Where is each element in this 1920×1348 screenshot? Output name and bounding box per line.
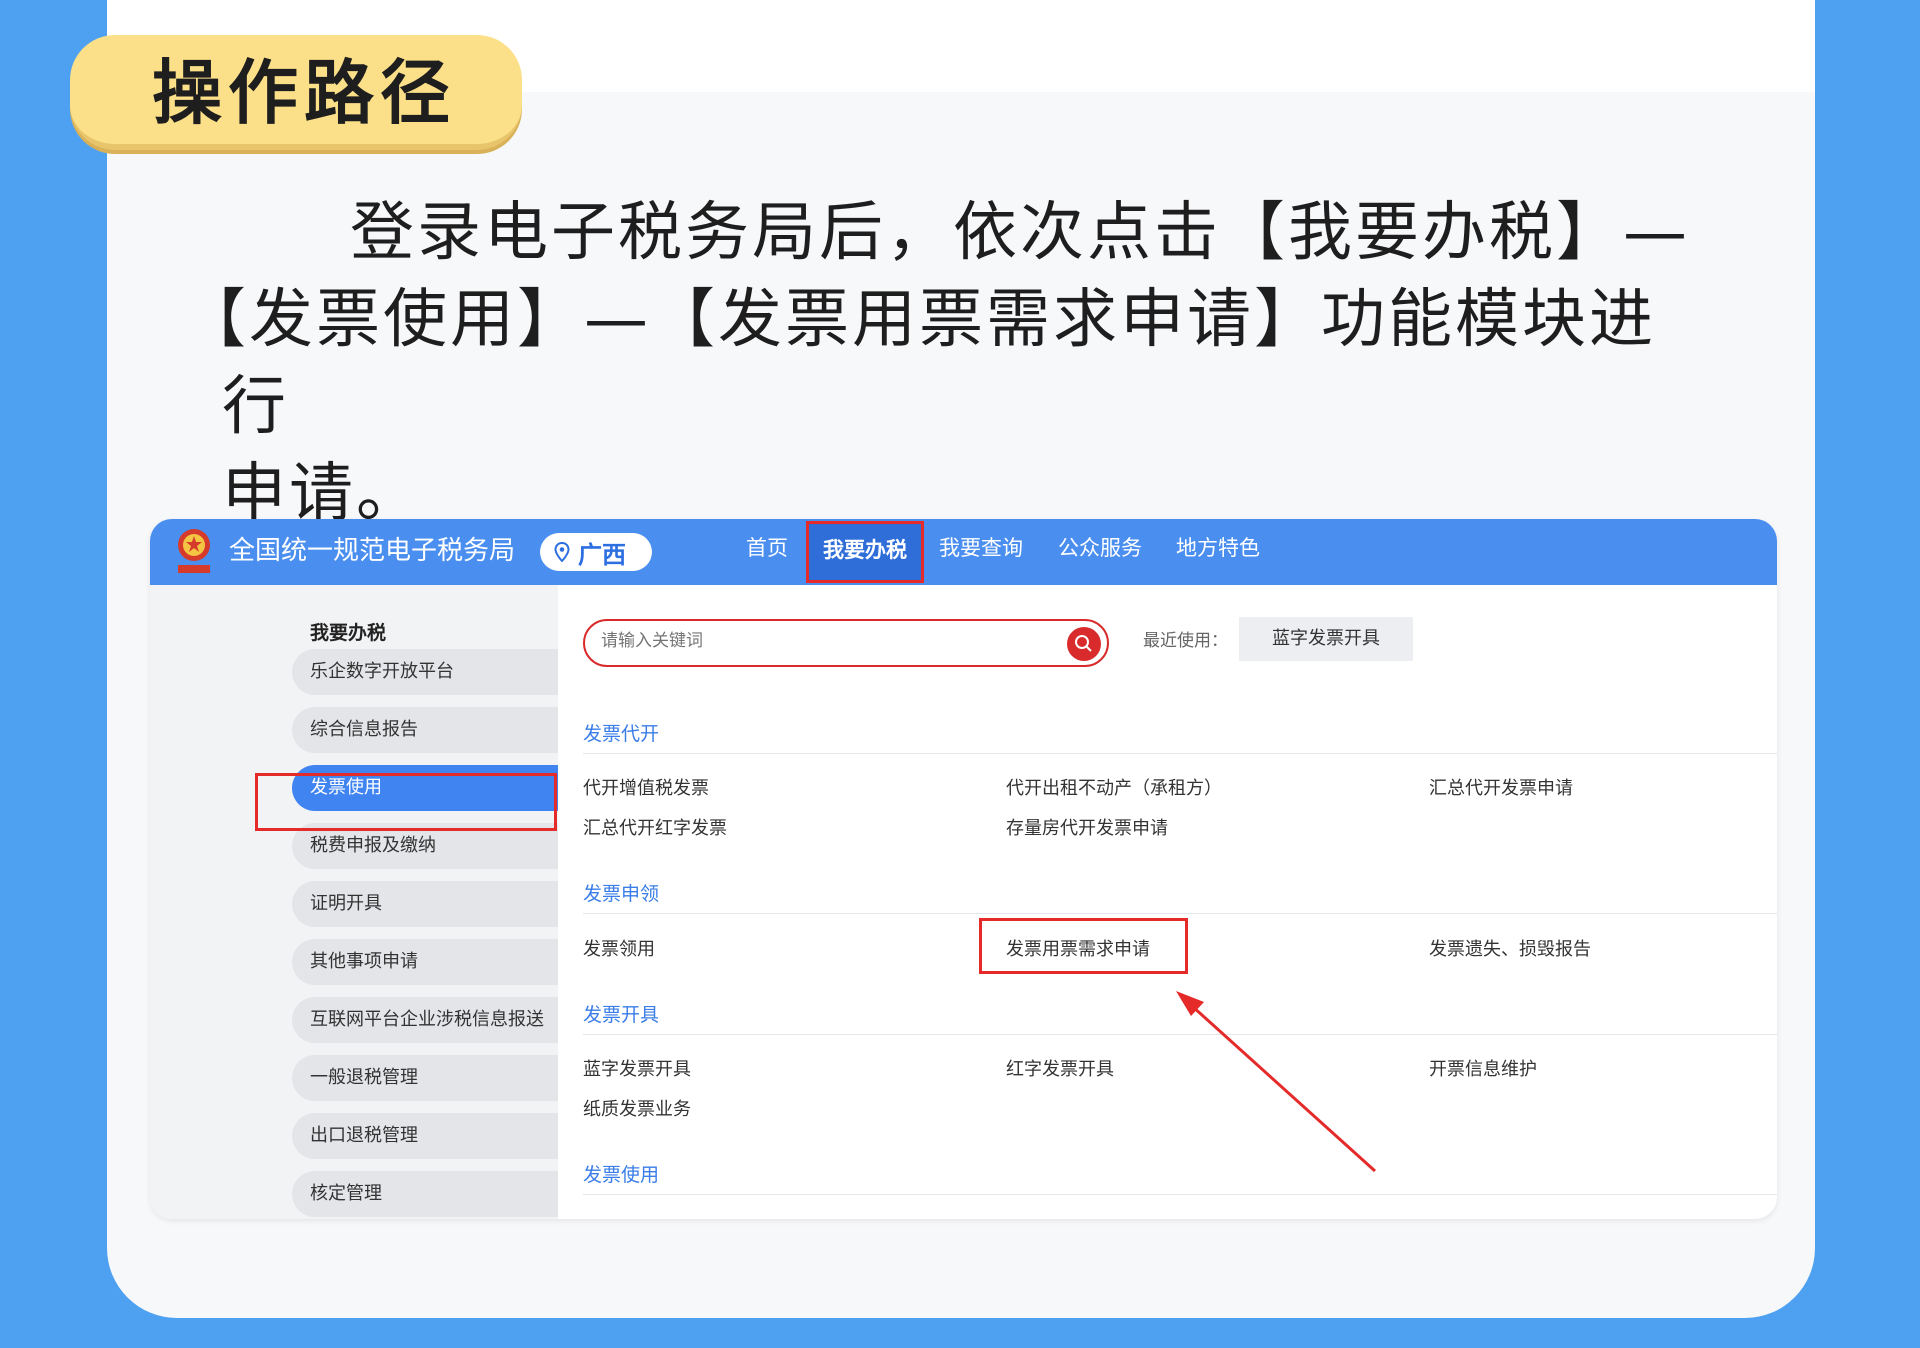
section-title: 发票申领 <box>583 883 660 905</box>
sidebar: 我要办税 乐企数字开放平台 综合信息报告 发票使用 税费申报及缴纳 证明开具 其… <box>150 585 558 1219</box>
nav-tax-handling[interactable]: 我要办税 <box>806 521 924 583</box>
region-selector[interactable]: 广西 <box>540 533 652 571</box>
nav-home[interactable]: 首页 <box>746 533 788 563</box>
recent-label: 最近使用： <box>1143 631 1228 651</box>
nav-tax-handling-label: 我要办税 <box>823 538 907 562</box>
nav-local-features[interactable]: 地方特色 <box>1176 533 1260 563</box>
section-title: 发票代开 <box>583 723 660 745</box>
service-link[interactable]: 汇总代开发票申请 <box>1429 774 1573 800</box>
search-button[interactable] <box>1067 627 1101 661</box>
service-link[interactable]: 代开增值税发票 <box>583 774 709 800</box>
sidebar-item[interactable]: 综合信息报告 <box>292 707 558 753</box>
service-link[interactable]: 蓝字发票开具 <box>583 1055 691 1081</box>
portal-topbar: 全国统一规范电子税务局 广西 首页 我要办税 我要查询 公众服务 地方特色 <box>150 519 1777 585</box>
divider <box>583 1034 1777 1035</box>
section-tag: 操作路径 <box>70 35 522 150</box>
section-title: 发票开具 <box>583 1004 660 1026</box>
national-emblem-icon <box>178 529 210 573</box>
recent-chip[interactable]: 蓝字发票开具 <box>1239 617 1413 661</box>
service-link[interactable]: 红字发票开具 <box>1006 1055 1114 1081</box>
divider <box>583 913 1777 914</box>
divider <box>583 753 1777 754</box>
site-title: 全国统一规范电子税务局 <box>229 536 516 566</box>
portal-screenshot: 全国统一规范电子税务局 广西 首页 我要办税 我要查询 公众服务 地方特色 我要… <box>150 519 1777 1219</box>
sidebar-item[interactable]: 证明开具 <box>292 881 558 927</box>
nav-public-service[interactable]: 公众服务 <box>1058 533 1142 563</box>
divider <box>583 1194 1777 1195</box>
section-title: 发票使用 <box>583 1164 660 1186</box>
instruction-text: 登录电子税务局后，依次点击【我要办税】— 【发票使用】—【发票用票需求申请】功能… <box>182 190 1702 538</box>
service-link[interactable]: 开票信息维护 <box>1429 1055 1537 1081</box>
sidebar-item[interactable]: 互联网平台企业涉税信息报送 <box>292 997 558 1043</box>
link-highlight-box <box>979 918 1188 974</box>
service-link[interactable]: 发票领用 <box>583 935 655 961</box>
nav-query[interactable]: 我要查询 <box>939 533 1023 563</box>
region-label: 广西 <box>578 540 626 569</box>
sidebar-item[interactable]: 一般退税管理 <box>292 1055 558 1101</box>
search-icon <box>1075 635 1092 652</box>
search-box <box>583 619 1109 667</box>
service-link[interactable]: 发票遗失、损毁报告 <box>1429 935 1591 961</box>
search-input[interactable] <box>601 631 1041 651</box>
service-link[interactable]: 代开出租不动产（承租方） <box>1006 774 1222 800</box>
service-link[interactable]: 存量房代开发票申请 <box>1006 814 1168 840</box>
instruction-line-1: 登录电子税务局后，依次点击【我要办税】— <box>350 196 1690 270</box>
sidebar-item[interactable]: 核定管理 <box>292 1171 558 1217</box>
service-link[interactable]: 纸质发票业务 <box>583 1095 691 1121</box>
instruction-line-2: 【发票使用】—【发票用票需求申请】功能模块进行 <box>182 283 1656 444</box>
sidebar-highlight-box <box>255 773 557 831</box>
sidebar-title: 我要办税 <box>310 622 387 644</box>
sidebar-item[interactable]: 出口退税管理 <box>292 1113 558 1159</box>
service-link[interactable]: 汇总代开红字发票 <box>583 814 727 840</box>
sidebar-item[interactable]: 乐企数字开放平台 <box>292 649 558 695</box>
tag-title: 操作路径 <box>152 52 456 134</box>
sidebar-item[interactable]: 其他事项申请 <box>292 939 558 985</box>
location-pin-icon <box>554 542 570 562</box>
